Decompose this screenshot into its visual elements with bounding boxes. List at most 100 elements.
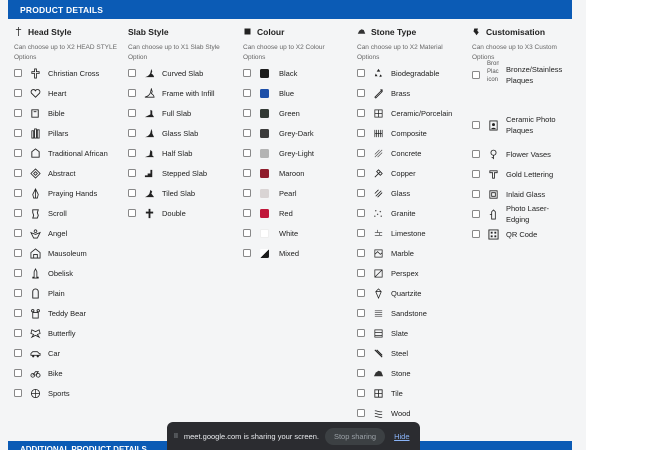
option-butterfly[interactable]: Butterfly <box>14 326 76 340</box>
checkbox[interactable] <box>14 89 22 97</box>
option-wood[interactable]: Wood <box>357 406 410 420</box>
option-praying-hands[interactable]: Praying Hands <box>14 186 97 200</box>
checkbox[interactable] <box>243 109 251 117</box>
option-concrete[interactable]: Concrete <box>357 146 421 160</box>
checkbox[interactable] <box>357 169 365 177</box>
option-pearl[interactable]: Pearl <box>243 186 297 200</box>
checkbox[interactable] <box>128 109 136 117</box>
checkbox[interactable] <box>14 69 22 77</box>
checkbox[interactable] <box>357 109 365 117</box>
checkbox[interactable] <box>357 409 365 417</box>
checkbox[interactable] <box>243 229 251 237</box>
option-car[interactable]: Car <box>14 346 60 360</box>
option-frame-with-infill[interactable]: Frame with Infill <box>128 86 215 100</box>
checkbox[interactable] <box>357 129 365 137</box>
checkbox[interactable] <box>357 209 365 217</box>
checkbox[interactable] <box>357 309 365 317</box>
option-steel[interactable]: Steel <box>357 346 408 360</box>
option-bike[interactable]: Bike <box>14 366 63 380</box>
checkbox[interactable] <box>14 289 22 297</box>
option-mixed[interactable]: Mixed <box>243 246 299 260</box>
checkbox[interactable] <box>357 189 365 197</box>
checkbox[interactable] <box>472 210 480 218</box>
checkbox[interactable] <box>14 309 22 317</box>
option-obelisk[interactable]: Obelisk <box>14 266 73 280</box>
checkbox[interactable] <box>14 149 22 157</box>
option-traditional-african[interactable]: Traditional African <box>14 146 108 160</box>
checkbox[interactable] <box>14 169 22 177</box>
checkbox[interactable] <box>243 169 251 177</box>
option-plain[interactable]: Plain <box>14 286 65 300</box>
option-photo-laser-edging[interactable]: Photo Laser-Edging <box>472 204 568 224</box>
stop-sharing-button[interactable]: Stop sharing <box>324 427 386 445</box>
checkbox[interactable] <box>14 269 22 277</box>
option-scroll[interactable]: Scroll <box>14 206 67 220</box>
option-qr-code[interactable]: QR Code <box>472 227 568 241</box>
checkbox[interactable] <box>14 109 22 117</box>
option-marble[interactable]: Marble <box>357 246 414 260</box>
checkbox[interactable] <box>128 209 136 217</box>
option-white[interactable]: White <box>243 226 298 240</box>
option-pillars[interactable]: Pillars <box>14 126 68 140</box>
option-composite[interactable]: Composite <box>357 126 427 140</box>
option-red[interactable]: Red <box>243 206 293 220</box>
option-inlaid-glass[interactable]: Inlaid Glass <box>472 187 568 201</box>
checkbox[interactable] <box>14 329 22 337</box>
checkbox[interactable] <box>472 170 480 178</box>
option-tile[interactable]: Tile <box>357 386 403 400</box>
checkbox[interactable] <box>357 329 365 337</box>
option-grey-light[interactable]: Grey-Light <box>243 146 314 160</box>
option-abstract[interactable]: Abstract <box>14 166 76 180</box>
checkbox[interactable] <box>472 230 480 238</box>
option-brass[interactable]: Brass <box>357 86 410 100</box>
option-perspex[interactable]: Perspex <box>357 266 419 280</box>
checkbox[interactable] <box>243 249 251 257</box>
option-grey-dark[interactable]: Grey-Dark <box>243 126 314 140</box>
option-granite[interactable]: Granite <box>357 206 416 220</box>
checkbox[interactable] <box>357 289 365 297</box>
option-stepped-slab[interactable]: Stepped Slab <box>128 166 207 180</box>
checkbox[interactable] <box>128 189 136 197</box>
option-ceramic-photo-plaques[interactable]: Ceramic Photo Plaques <box>472 115 568 135</box>
option-bronze-stainless-plaques[interactable]: Bronz Plac icon Bronze/Stainless Plaques <box>472 61 568 85</box>
option-half-slab[interactable]: Half Slab <box>128 146 192 160</box>
option-bible[interactable]: Bible <box>14 106 65 120</box>
option-quartzite[interactable]: Quartzite <box>357 286 421 300</box>
checkbox[interactable] <box>14 369 22 377</box>
option-biodegradable[interactable]: Biodegradable <box>357 66 439 80</box>
option-green[interactable]: Green <box>243 106 300 120</box>
checkbox[interactable] <box>472 190 480 198</box>
checkbox[interactable] <box>243 209 251 217</box>
option-sandstone[interactable]: Sandstone <box>357 306 427 320</box>
checkbox[interactable] <box>357 349 365 357</box>
checkbox[interactable] <box>243 69 251 77</box>
option-copper[interactable]: Copper <box>357 166 416 180</box>
checkbox[interactable] <box>357 369 365 377</box>
checkbox[interactable] <box>357 249 365 257</box>
checkbox[interactable] <box>14 209 22 217</box>
checkbox[interactable] <box>128 169 136 177</box>
option-tiled-slab[interactable]: Tiled Slab <box>128 186 195 200</box>
checkbox[interactable] <box>128 69 136 77</box>
checkbox[interactable] <box>472 150 480 158</box>
checkbox[interactable] <box>357 89 365 97</box>
option-glass[interactable]: Glass <box>357 186 410 200</box>
option-sports[interactable]: Sports <box>14 386 70 400</box>
checkbox[interactable] <box>357 69 365 77</box>
checkbox[interactable] <box>128 129 136 137</box>
option-blue[interactable]: Blue <box>243 86 294 100</box>
option-stone[interactable]: Stone <box>357 366 411 380</box>
option-heart[interactable]: Heart <box>14 86 66 100</box>
hide-share-bar-link[interactable]: Hide <box>394 432 409 441</box>
checkbox[interactable] <box>14 189 22 197</box>
option-ceramic-porcelain[interactable]: Ceramic/Porcelain <box>357 106 452 120</box>
checkbox[interactable] <box>357 149 365 157</box>
checkbox[interactable] <box>243 89 251 97</box>
checkbox[interactable] <box>357 389 365 397</box>
checkbox[interactable] <box>243 149 251 157</box>
checkbox[interactable] <box>243 189 251 197</box>
checkbox[interactable] <box>472 121 480 129</box>
option-gold-lettering[interactable]: Gold Lettering <box>472 167 568 181</box>
option-mausoleum[interactable]: Mausoleum <box>14 246 87 260</box>
option-teddy-bear[interactable]: Teddy Bear <box>14 306 86 320</box>
